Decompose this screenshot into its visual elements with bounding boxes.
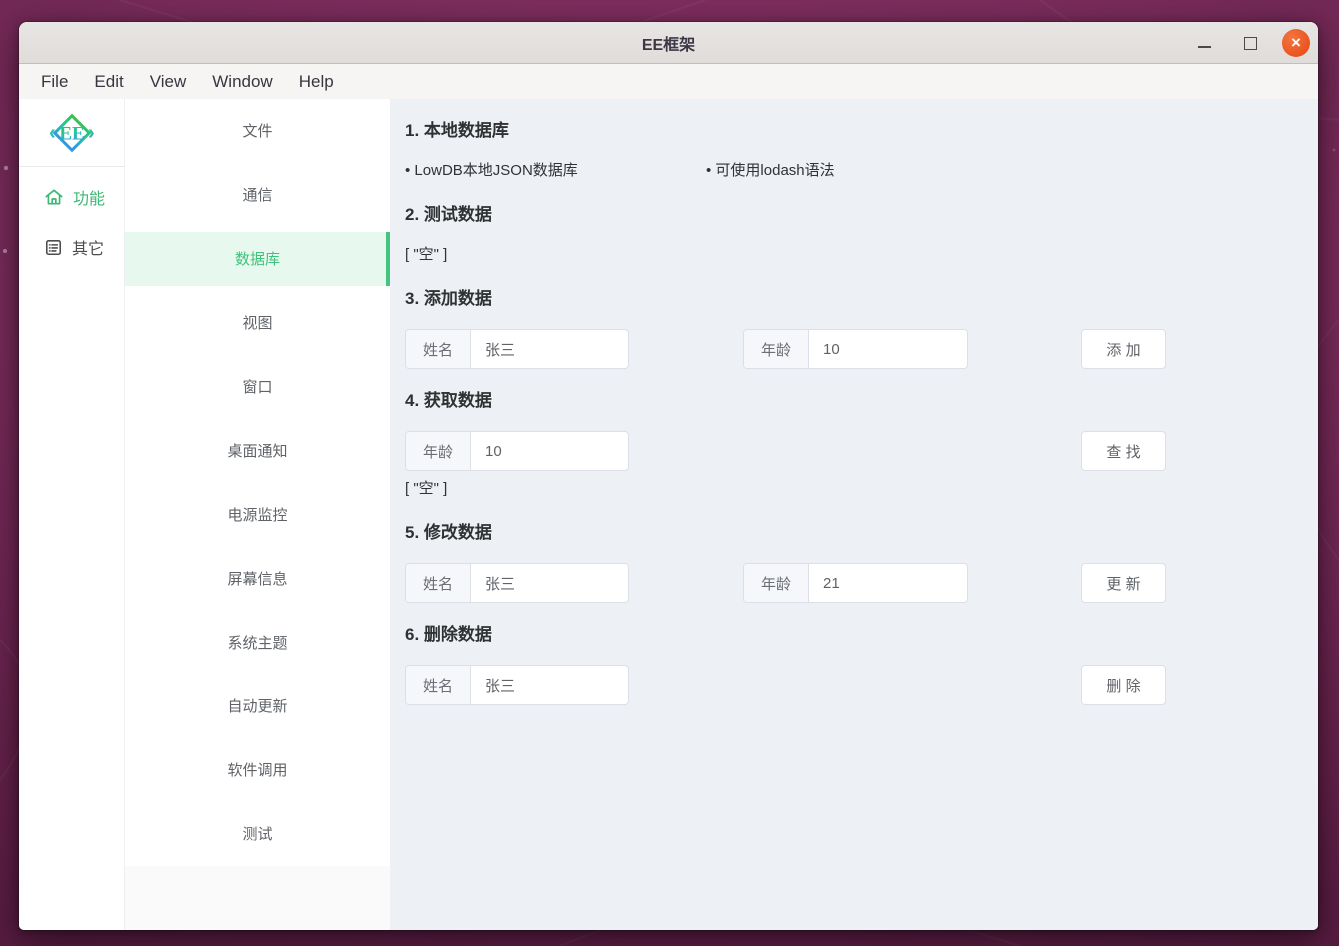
menubar-item-edit[interactable]: Edit xyxy=(81,64,136,99)
sidebar-item-label: 通信 xyxy=(242,184,272,205)
field-label: 年龄 xyxy=(406,432,471,470)
close-button[interactable]: × xyxy=(1282,29,1310,57)
field-label: 年龄 xyxy=(744,330,809,368)
minimize-icon xyxy=(1198,46,1211,48)
field-label: 姓名 xyxy=(406,666,471,704)
list-icon xyxy=(44,238,63,257)
close-icon: × xyxy=(1291,34,1301,51)
icon-rail: EE ‹ › 功能其它 xyxy=(19,99,125,930)
form-row: 姓名 年龄 添 加 xyxy=(405,329,1303,369)
sidebar-item-label: 测试 xyxy=(242,823,272,844)
minimize-button[interactable] xyxy=(1190,29,1218,57)
rail-item-functions[interactable]: 功能 xyxy=(19,172,124,222)
result-text: [ "空" ] xyxy=(405,477,1303,501)
age-field: 年龄 xyxy=(743,563,968,603)
sidebar-menu: 文件通信数据库视图窗口桌面通知电源监控屏幕信息系统主题自动更新软件调用测试 xyxy=(125,99,390,866)
section-heading: 3. 添加数据 xyxy=(405,287,1303,311)
maximize-button[interactable] xyxy=(1236,29,1264,57)
sidebar-item-label: 文件 xyxy=(242,120,272,141)
update-button[interactable]: 更 新 xyxy=(1081,563,1166,603)
menubar: FileEditViewWindowHelp xyxy=(19,64,1318,99)
section-heading: 6. 删除数据 xyxy=(405,623,1303,647)
sidebar-item-power[interactable]: 电源监控 xyxy=(125,482,390,546)
field-label: 姓名 xyxy=(406,330,471,368)
sidebar-item-theme[interactable]: 系统主题 xyxy=(125,610,390,674)
svg-text:EE: EE xyxy=(59,123,84,144)
form-row: 姓名 年龄 更 新 xyxy=(405,563,1303,603)
home-icon xyxy=(44,187,64,207)
ee-logo-icon: EE ‹ › xyxy=(45,106,99,160)
sidebar-item-screen[interactable]: 屏幕信息 xyxy=(125,546,390,610)
name-field: 姓名 xyxy=(405,665,629,705)
svg-text:‹: ‹ xyxy=(49,122,56,144)
add-button[interactable]: 添 加 xyxy=(1081,329,1166,369)
rail-item-label: 功能 xyxy=(73,185,105,209)
sidebar-item-file[interactable]: 文件 xyxy=(125,99,390,163)
sidebar-item-label: 电源监控 xyxy=(227,504,287,525)
form-row: 姓名 删 除 xyxy=(405,665,1303,705)
sidebar-item-label: 窗口 xyxy=(242,376,272,397)
age-input[interactable] xyxy=(471,432,628,470)
desktop: { "window": { "title": "EE框架" }, "titleb… xyxy=(0,0,1339,946)
result-text: [ "空" ] xyxy=(405,243,1303,267)
rail-items: 功能其它 xyxy=(19,167,124,272)
app-body: EE ‹ › 功能其它 文件通信数据库视图窗口桌面通知电源监控屏幕信息系统主题自… xyxy=(19,99,1318,930)
window-title: EE框架 xyxy=(642,31,695,55)
sidebar-item-label: 系统主题 xyxy=(227,632,287,653)
name-input[interactable] xyxy=(471,564,628,602)
sidebar-item-label: 桌面通知 xyxy=(227,440,287,461)
find-button[interactable]: 查 找 xyxy=(1081,431,1166,471)
app-window: EE框架 × FileEditViewWindowHelp xyxy=(19,22,1318,930)
sidebar-item-label: 视图 xyxy=(242,312,272,333)
section-heading: 5. 修改数据 xyxy=(405,521,1303,545)
maximize-icon xyxy=(1244,37,1257,50)
sidebar-item-software[interactable]: 软件调用 xyxy=(125,738,390,802)
sidebar-item-view[interactable]: 视图 xyxy=(125,291,390,355)
section-heading: 2. 测试数据 xyxy=(405,203,1303,227)
sidebar-item-label: 自动更新 xyxy=(227,695,287,716)
window-controls: × xyxy=(1190,22,1310,64)
svg-text:›: › xyxy=(88,122,95,144)
sidebar-item-notification[interactable]: 桌面通知 xyxy=(125,418,390,482)
delete-button[interactable]: 删 除 xyxy=(1081,665,1166,705)
bullet-list: LowDB本地JSON数据库可使用lodash语法 xyxy=(405,159,1303,183)
sidebar: 文件通信数据库视图窗口桌面通知电源监控屏幕信息系统主题自动更新软件调用测试 xyxy=(125,99,390,930)
age-input[interactable] xyxy=(809,564,967,602)
name-input[interactable] xyxy=(471,330,628,368)
menubar-item-view[interactable]: View xyxy=(137,64,200,99)
logo-container: EE ‹ › xyxy=(19,99,124,167)
name-input[interactable] xyxy=(471,666,628,704)
name-field: 姓名 xyxy=(405,329,629,369)
rail-item-other[interactable]: 其它 xyxy=(19,222,124,272)
section-heading: 1. 本地数据库 xyxy=(405,119,1303,143)
form-row: 年龄 查 找 xyxy=(405,431,1303,471)
menubar-item-file[interactable]: File xyxy=(28,64,81,99)
sidebar-item-ipc[interactable]: 通信 xyxy=(125,163,390,227)
age-field: 年龄 xyxy=(743,329,968,369)
sidebar-item-label: 数据库 xyxy=(235,248,280,269)
field-label: 年龄 xyxy=(744,564,809,602)
titlebar[interactable]: EE框架 × xyxy=(19,22,1318,64)
section-heading: 4. 获取数据 xyxy=(405,389,1303,413)
bullet-item: LowDB本地JSON数据库 xyxy=(405,159,706,183)
sidebar-item-window[interactable]: 窗口 xyxy=(125,355,390,419)
menubar-item-window[interactable]: Window xyxy=(199,64,285,99)
name-field: 姓名 xyxy=(405,563,629,603)
bullet-item: 可使用lodash语法 xyxy=(706,159,835,183)
main-content: 1. 本地数据库 LowDB本地JSON数据库可使用lodash语法 2. 测试数据… xyxy=(390,99,1318,930)
sidebar-item-label: 屏幕信息 xyxy=(227,568,287,589)
age-field: 年龄 xyxy=(405,431,629,471)
sidebar-item-updater[interactable]: 自动更新 xyxy=(125,674,390,738)
field-label: 姓名 xyxy=(406,564,471,602)
menubar-item-help[interactable]: Help xyxy=(286,64,347,99)
sidebar-item-label: 软件调用 xyxy=(227,759,287,780)
age-input[interactable] xyxy=(809,330,967,368)
sidebar-item-database[interactable]: 数据库 xyxy=(125,227,390,291)
rail-item-label: 其它 xyxy=(72,235,104,259)
sidebar-item-test[interactable]: 测试 xyxy=(125,802,390,866)
